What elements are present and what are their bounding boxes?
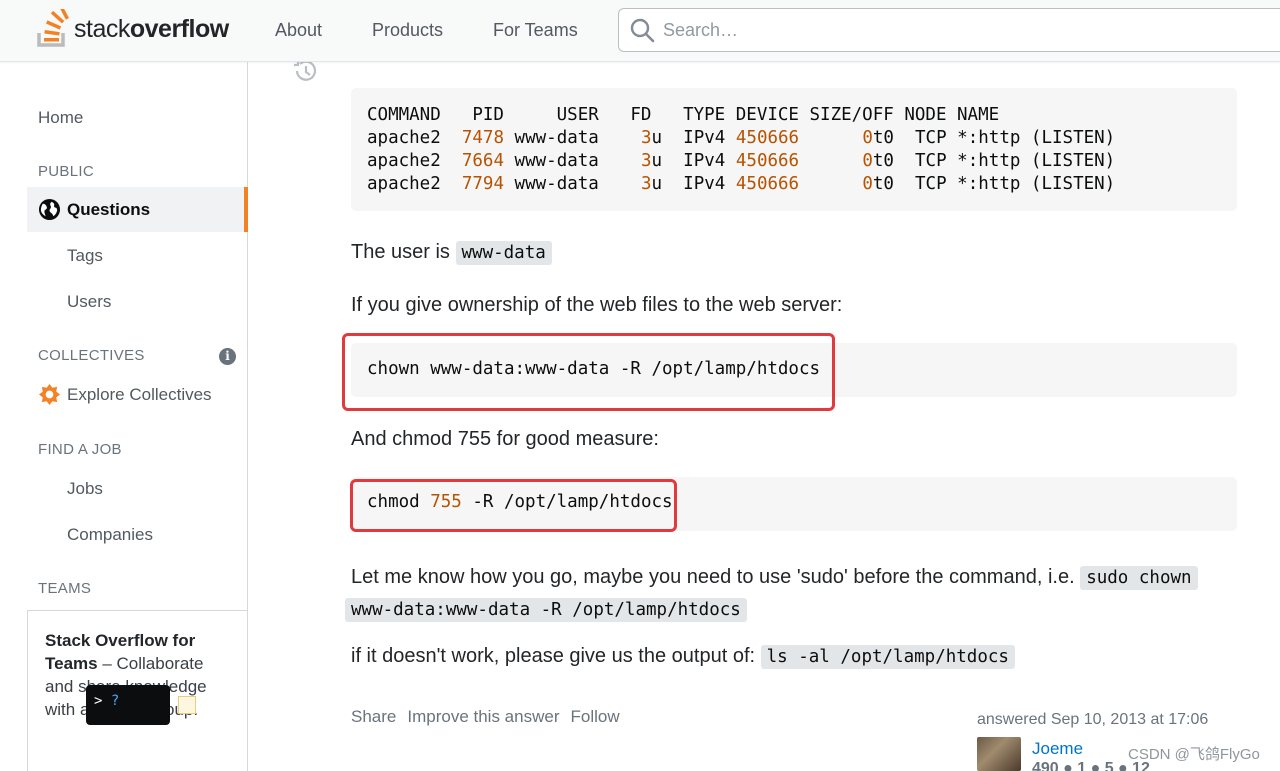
inline-code-www-data: www-data: [455, 241, 552, 265]
left-sidebar: Home PUBLIC Questions Tags Users COLLECT…: [0, 62, 248, 771]
lsof-header: COMMAND PID USER FD TYPE DEVICE SIZE/OFF…: [367, 105, 1000, 125]
search-input[interactable]: [663, 19, 1223, 41]
sidebar-item-label: Explore Collectives: [67, 384, 212, 404]
info-icon[interactable]: i: [219, 348, 236, 365]
nav-products[interactable]: Products: [372, 20, 443, 41]
collectives-icon: [38, 383, 61, 406]
sidebar-item-tags[interactable]: Tags: [67, 246, 103, 266]
teams-illustration: > ?: [86, 685, 170, 725]
teams-decoration: [178, 696, 196, 714]
improve-answer-link[interactable]: Improve this answer: [407, 707, 559, 727]
sidebar-item-home[interactable]: Home: [38, 108, 83, 128]
inline-code-ls: ls -al /opt/lamp/htdocs: [760, 645, 1015, 669]
ownership-paragraph: If you give ownership of the web files t…: [351, 294, 843, 316]
sudo-paragraph: Let me know how you go, maybe you need t…: [345, 562, 1241, 626]
logo-text: stackoverflow: [74, 14, 229, 43]
watermark-text: CSDN @飞鸽FlyGo: [1128, 746, 1260, 763]
sidebar-item-companies[interactable]: Companies: [67, 525, 153, 545]
sidebar-heading-teams: TEAMS: [38, 580, 92, 597]
top-bar: stackoverflow About Products For Teams: [0, 0, 1280, 62]
output-paragraph: if it doesn't work, please give us the o…: [351, 645, 1015, 669]
inline-code-sudo-cont: www-data:www-data -R /opt/lamp/htdocs: [345, 598, 747, 622]
globe-icon: [38, 198, 61, 221]
answered-timestamp: answered Sep 10, 2013 at 17:06: [977, 711, 1209, 728]
sidebar-heading-public: PUBLIC: [38, 163, 94, 180]
sidebar-heading-collectives: COLLECTIVES: [38, 347, 145, 364]
follow-link[interactable]: Follow: [571, 707, 620, 727]
sidebar-item-jobs[interactable]: Jobs: [67, 479, 103, 499]
chmod-paragraph: And chmod 755 for good measure:: [351, 428, 659, 450]
highlight-box: [350, 479, 677, 532]
post-actions: Share Improve this answer Follow: [351, 707, 620, 727]
avatar[interactable]: [977, 737, 1021, 771]
nav-about[interactable]: About: [275, 20, 322, 41]
stackoverflow-logo-icon: [37, 9, 69, 47]
sidebar-item-explore-collectives[interactable]: Explore Collectives: [38, 383, 212, 406]
user-name-link[interactable]: Joeme: [1032, 739, 1083, 759]
inline-code-sudo: sudo chown: [1080, 566, 1198, 590]
lsof-row: apache2 7664 www-data 3u IPv4 450666 0t0…: [367, 151, 1116, 171]
highlight-box: [342, 333, 835, 411]
lsof-row: apache2 7794 www-data 3u IPv4 450666 0t0…: [367, 174, 1116, 194]
search-box[interactable]: [618, 8, 1280, 52]
sidebar-item-users[interactable]: Users: [67, 292, 111, 312]
sidebar-item-questions[interactable]: Questions: [27, 187, 248, 232]
sidebar-heading-find-job: FIND A JOB: [38, 441, 122, 458]
site-logo[interactable]: stackoverflow: [36, 8, 229, 50]
share-link[interactable]: Share: [351, 707, 396, 727]
lsof-output-code: COMMAND PID USER FD TYPE DEVICE SIZE/OFF…: [351, 88, 1237, 211]
nav-for-teams[interactable]: For Teams: [493, 20, 578, 41]
user-is-paragraph: The user is www-data: [351, 241, 552, 265]
search-icon: [630, 18, 655, 43]
lsof-row: apache2 7478 www-data 3u IPv4 450666 0t0…: [367, 128, 1116, 148]
sidebar-item-label: Questions: [67, 199, 151, 219]
